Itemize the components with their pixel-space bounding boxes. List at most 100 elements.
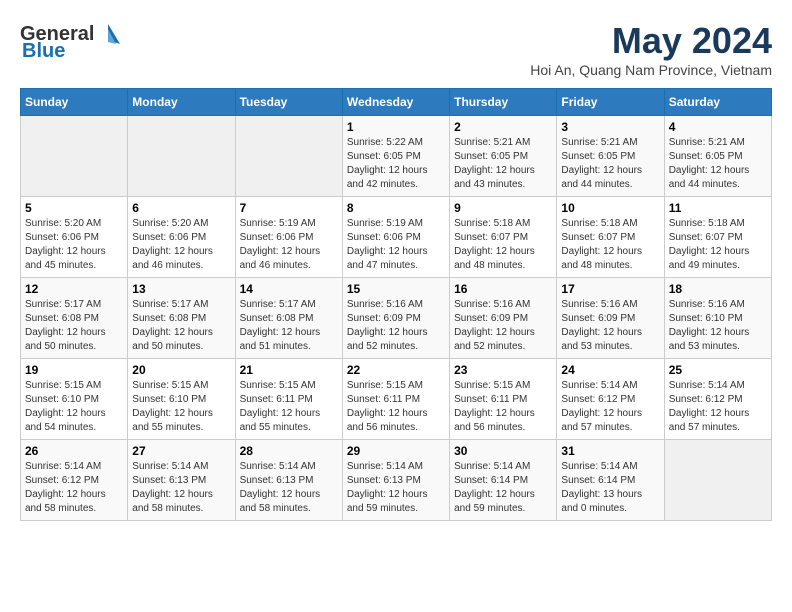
calendar-week-row: 19 Sunrise: 5:15 AM Sunset: 6:10 PM Dayli…	[21, 359, 772, 440]
day-info: Sunrise: 5:16 AM Sunset: 6:10 PM Dayligh…	[669, 298, 767, 354]
calendar-cell: 21Sunrise: 5:15 AM Sunset: 6:11 PM Dayli…	[235, 359, 342, 440]
day-info: Sunrise: 5:14 AM Sunset: 6:14 PM Dayligh…	[454, 460, 552, 516]
day-number: 30	[454, 444, 552, 458]
logo-blue: Blue	[22, 40, 65, 63]
day-info: Sunrise: 5:15 AM Sunset: 6:10 PM Dayligh…	[25, 379, 123, 435]
calendar-week-row: 5 Sunrise: 5:20 AM Sunset: 6:06 PM Daylig…	[21, 197, 772, 278]
day-info: Sunrise: 5:14 AM Sunset: 6:13 PM Dayligh…	[240, 460, 338, 516]
calendar-week-row: 1 Sunrise: 5:22 AM Sunset: 6:05 PM Daylig…	[21, 116, 772, 197]
day-info: Sunrise: 5:21 AM Sunset: 6:05 PM Dayligh…	[454, 136, 552, 192]
day-info: Sunrise: 5:18 AM Sunset: 6:07 PM Dayligh…	[561, 217, 659, 273]
day-number: 14	[240, 282, 338, 296]
day-number: 18	[669, 282, 767, 296]
day-info: Sunrise: 5:14 AM Sunset: 6:13 PM Dayligh…	[132, 460, 230, 516]
day-number: 11	[669, 201, 767, 215]
logo-icon	[94, 20, 122, 48]
calendar-cell: 25 Sunrise: 5:14 AM Sunset: 6:12 PM Dayli…	[664, 359, 771, 440]
header-day-friday: Friday	[557, 89, 664, 116]
calendar-cell: 29 Sunrise: 5:14 AM Sunset: 6:13 PM Dayli…	[342, 440, 449, 521]
day-number: 20	[132, 363, 230, 377]
logo: General Blue	[20, 20, 122, 63]
day-info: Sunrise: 5:14 AM Sunset: 6:12 PM Dayligh…	[561, 379, 659, 435]
calendar-cell: 4 Sunrise: 5:21 AM Sunset: 6:05 PM Daylig…	[664, 116, 771, 197]
day-number: 23	[454, 363, 552, 377]
day-info: Sunrise: 5:20 AM Sunset: 6:06 PM Dayligh…	[132, 217, 230, 273]
calendar-cell: 3 Sunrise: 5:21 AM Sunset: 6:05 PM Daylig…	[557, 116, 664, 197]
day-number: 19	[25, 363, 123, 377]
day-info: Sunrise: 5:17 AM Sunset: 6:08 PM Dayligh…	[240, 298, 338, 354]
calendar-cell: 9Sunrise: 5:18 AM Sunset: 6:07 PM Daylig…	[450, 197, 557, 278]
calendar-header-row: SundayMondayTuesdayWednesdayThursdayFrid…	[21, 89, 772, 116]
day-number: 13	[132, 282, 230, 296]
header-day-saturday: Saturday	[664, 89, 771, 116]
calendar-cell: 8 Sunrise: 5:19 AM Sunset: 6:06 PM Daylig…	[342, 197, 449, 278]
day-info: Sunrise: 5:15 AM Sunset: 6:11 PM Dayligh…	[454, 379, 552, 435]
calendar-cell: 13 Sunrise: 5:17 AM Sunset: 6:08 PM Dayli…	[128, 278, 235, 359]
day-info: Sunrise: 5:17 AM Sunset: 6:08 PM Dayligh…	[132, 298, 230, 354]
header-day-thursday: Thursday	[450, 89, 557, 116]
calendar-cell: 31Sunrise: 5:14 AM Sunset: 6:14 PM Dayli…	[557, 440, 664, 521]
day-info: Sunrise: 5:14 AM Sunset: 6:14 PM Dayligh…	[561, 460, 659, 516]
calendar-cell: 14 Sunrise: 5:17 AM Sunset: 6:08 PM Dayli…	[235, 278, 342, 359]
main-title: May 2024	[530, 20, 772, 62]
day-info: Sunrise: 5:21 AM Sunset: 6:05 PM Dayligh…	[561, 136, 659, 192]
day-info: Sunrise: 5:15 AM Sunset: 6:10 PM Dayligh…	[132, 379, 230, 435]
day-info: Sunrise: 5:22 AM Sunset: 6:05 PM Dayligh…	[347, 136, 445, 192]
calendar-cell: 12 Sunrise: 5:17 AM Sunset: 6:08 PM Dayli…	[21, 278, 128, 359]
calendar-cell: 22 Sunrise: 5:15 AM Sunset: 6:11 PM Dayli…	[342, 359, 449, 440]
day-number: 8	[347, 201, 445, 215]
day-number: 27	[132, 444, 230, 458]
header-day-sunday: Sunday	[21, 89, 128, 116]
day-info: Sunrise: 5:17 AM Sunset: 6:08 PM Dayligh…	[25, 298, 123, 354]
day-number: 2	[454, 120, 552, 134]
calendar-cell	[664, 440, 771, 521]
calendar-week-row: 26 Sunrise: 5:14 AM Sunset: 6:12 PM Dayli…	[21, 440, 772, 521]
day-info: Sunrise: 5:16 AM Sunset: 6:09 PM Dayligh…	[561, 298, 659, 354]
calendar-cell: 24Sunrise: 5:14 AM Sunset: 6:12 PM Dayli…	[557, 359, 664, 440]
day-number: 16	[454, 282, 552, 296]
day-number: 29	[347, 444, 445, 458]
day-info: Sunrise: 5:19 AM Sunset: 6:06 PM Dayligh…	[240, 217, 338, 273]
calendar-week-row: 12 Sunrise: 5:17 AM Sunset: 6:08 PM Dayli…	[21, 278, 772, 359]
day-number: 3	[561, 120, 659, 134]
day-info: Sunrise: 5:14 AM Sunset: 6:12 PM Dayligh…	[25, 460, 123, 516]
calendar-cell: 5 Sunrise: 5:20 AM Sunset: 6:06 PM Daylig…	[21, 197, 128, 278]
calendar-cell: 6 Sunrise: 5:20 AM Sunset: 6:06 PM Daylig…	[128, 197, 235, 278]
day-number: 28	[240, 444, 338, 458]
calendar-cell: 27 Sunrise: 5:14 AM Sunset: 6:13 PM Dayli…	[128, 440, 235, 521]
calendar-cell: 19 Sunrise: 5:15 AM Sunset: 6:10 PM Dayli…	[21, 359, 128, 440]
title-section: May 2024 Hoi An, Quang Nam Province, Vie…	[530, 20, 772, 78]
calendar-cell: 20 Sunrise: 5:15 AM Sunset: 6:10 PM Dayli…	[128, 359, 235, 440]
day-info: Sunrise: 5:18 AM Sunset: 6:07 PM Dayligh…	[669, 217, 767, 273]
day-info: Sunrise: 5:15 AM Sunset: 6:11 PM Dayligh…	[240, 379, 338, 435]
day-info: Sunrise: 5:14 AM Sunset: 6:13 PM Dayligh…	[347, 460, 445, 516]
day-info: Sunrise: 5:21 AM Sunset: 6:05 PM Dayligh…	[669, 136, 767, 192]
header-day-monday: Monday	[128, 89, 235, 116]
day-number: 25	[669, 363, 767, 377]
day-number: 1	[347, 120, 445, 134]
calendar-cell: 2 Sunrise: 5:21 AM Sunset: 6:05 PM Daylig…	[450, 116, 557, 197]
calendar-cell: 30 Sunrise: 5:14 AM Sunset: 6:14 PM Dayli…	[450, 440, 557, 521]
day-number: 10	[561, 201, 659, 215]
day-info: Sunrise: 5:15 AM Sunset: 6:11 PM Dayligh…	[347, 379, 445, 435]
day-number: 12	[25, 282, 123, 296]
day-number: 4	[669, 120, 767, 134]
day-number: 5	[25, 201, 123, 215]
day-info: Sunrise: 5:20 AM Sunset: 6:06 PM Dayligh…	[25, 217, 123, 273]
calendar-cell: 26 Sunrise: 5:14 AM Sunset: 6:12 PM Dayli…	[21, 440, 128, 521]
day-number: 9	[454, 201, 552, 215]
calendar-cell: 15Sunrise: 5:16 AM Sunset: 6:09 PM Dayli…	[342, 278, 449, 359]
day-info: Sunrise: 5:14 AM Sunset: 6:12 PM Dayligh…	[669, 379, 767, 435]
calendar-cell: 7Sunrise: 5:19 AM Sunset: 6:06 PM Daylig…	[235, 197, 342, 278]
day-number: 26	[25, 444, 123, 458]
day-number: 17	[561, 282, 659, 296]
day-info: Sunrise: 5:19 AM Sunset: 6:06 PM Dayligh…	[347, 217, 445, 273]
calendar-cell: 10 Sunrise: 5:18 AM Sunset: 6:07 PM Dayli…	[557, 197, 664, 278]
day-info: Sunrise: 5:16 AM Sunset: 6:09 PM Dayligh…	[347, 298, 445, 354]
day-number: 6	[132, 201, 230, 215]
calendar-table: SundayMondayTuesdayWednesdayThursdayFrid…	[20, 88, 772, 521]
day-number: 22	[347, 363, 445, 377]
subtitle: Hoi An, Quang Nam Province, Vietnam	[530, 62, 772, 78]
day-info: Sunrise: 5:16 AM Sunset: 6:09 PM Dayligh…	[454, 298, 552, 354]
header: General Blue May 2024 Hoi An, Quang Nam …	[20, 20, 772, 78]
